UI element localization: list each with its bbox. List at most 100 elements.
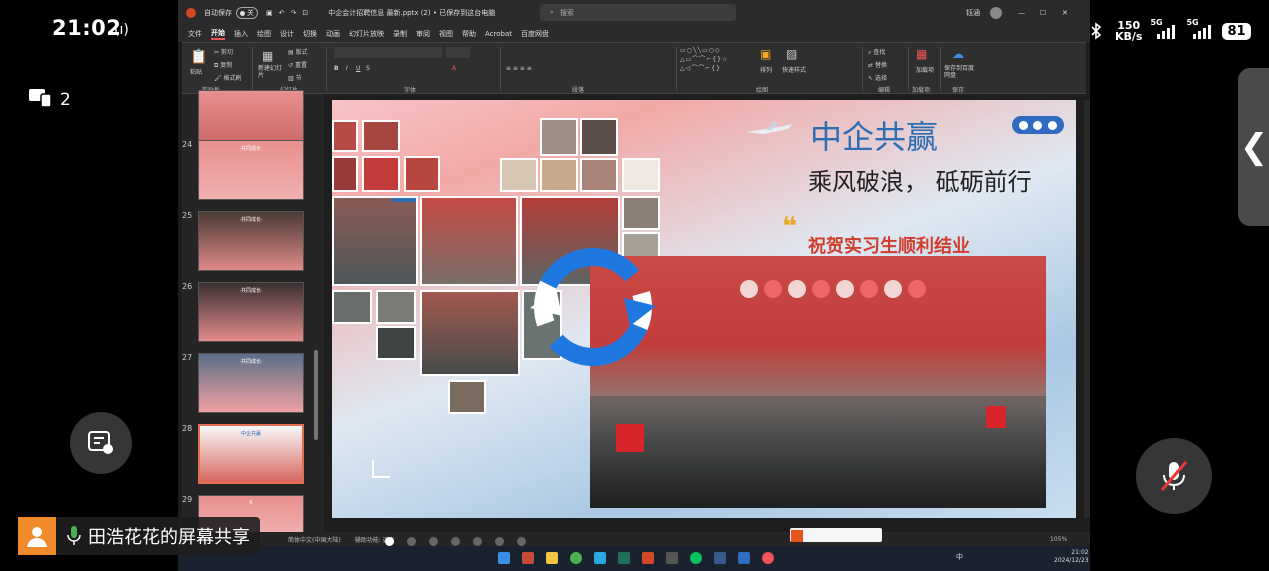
zoom-level[interactable]: 105% <box>1050 536 1067 543</box>
slide-thumbnail[interactable]: ·共同成长· <box>198 353 304 413</box>
slide-title[interactable]: 中企共赢 <box>810 112 938 158</box>
sharer-avatar <box>18 517 56 555</box>
taskbar-app-icon[interactable] <box>618 552 630 564</box>
new-slide-button[interactable]: 新建幻灯片 <box>258 65 282 79</box>
page-dot[interactable] <box>473 537 482 546</box>
slide-thumbnail[interactable]: ·共同成长· <box>198 211 304 271</box>
shadow-button[interactable]: S <box>366 65 370 72</box>
autosave-toggle[interactable]: 关 <box>236 7 258 19</box>
ime-language[interactable]: 中 <box>956 552 963 562</box>
screen-share-banner[interactable]: 田浩花花的屏幕共享 <box>18 517 260 555</box>
ribbon-tab[interactable]: 绘图 <box>257 29 271 39</box>
page-dot[interactable] <box>429 537 438 546</box>
italic-button[interactable]: I <box>346 65 348 72</box>
slide-thumbnail[interactable]: ·共同成长· <box>198 140 304 200</box>
ribbon-tab[interactable]: 开始 <box>211 28 225 40</box>
ribbon-tab[interactable]: 插入 <box>234 29 248 39</box>
font-name-select[interactable] <box>334 47 442 58</box>
format-painter-button[interactable]: 🖌 格式刷 <box>214 73 242 82</box>
maximize-icon[interactable]: ☐ <box>1040 9 1046 17</box>
user-avatar[interactable] <box>990 7 1002 19</box>
bold-button[interactable]: B <box>334 65 339 72</box>
file-title[interactable]: 中企会计招聘信息 最新.pptx (2) • 已保存到这台电脑 <box>328 8 495 18</box>
save-baidu-button[interactable]: 保存到百度网盘 <box>944 65 974 79</box>
copy-button[interactable]: ⧉ 复制 <box>214 60 232 70</box>
underline-button[interactable]: U <box>356 65 360 72</box>
cut-button[interactable]: ✂ 剪切 <box>214 47 233 56</box>
mute-microphone-button[interactable] <box>1136 438 1212 514</box>
page-dot[interactable] <box>495 537 504 546</box>
windows-start-icon[interactable] <box>498 552 510 564</box>
arrange-icon[interactable]: ▣ <box>760 47 771 61</box>
ribbon-tab[interactable]: 帮助 <box>462 29 476 39</box>
system-clock[interactable]: 21:02 2024/12/23 <box>1054 549 1089 565</box>
slide-canvas[interactable]: 中企共赢 乘风破浪， 砥砺前行 ❝ 祝贺实习生顺利结业 <box>332 100 1076 518</box>
redo-icon[interactable]: ↷ <box>291 9 297 17</box>
thumbnail-scrollbar[interactable] <box>314 350 318 440</box>
font-size-select[interactable] <box>446 47 470 58</box>
ribbon-tab[interactable]: 录制 <box>393 29 407 39</box>
page-dot[interactable] <box>385 537 394 546</box>
undo-icon[interactable]: ↶ <box>279 9 285 17</box>
taskbar-app-icon[interactable] <box>522 552 534 564</box>
align-buttons[interactable]: ≡ ≡ ≡ ≡ <box>506 65 532 72</box>
taskbar-app-icon[interactable] <box>594 552 606 564</box>
ribbon-tab[interactable]: 审阅 <box>416 29 430 39</box>
minimize-icon[interactable]: — <box>1018 9 1025 17</box>
ribbon-tab[interactable]: 幻灯片放映 <box>349 29 384 39</box>
ribbon-tab[interactable]: 切换 <box>303 29 317 39</box>
taskbar-app-icon[interactable] <box>714 552 726 564</box>
section-button[interactable]: ▥ 节 <box>288 73 302 82</box>
save-icon[interactable]: ▣ <box>266 9 273 17</box>
addins-icon[interactable]: ▦ <box>916 47 927 61</box>
slide-subtitle[interactable]: 乘风破浪， 砥砺前行 <box>808 162 1032 197</box>
slide-thumbnail[interactable]: 中企共赢 <box>198 424 304 484</box>
shapes-gallery[interactable]: ▭○╲╲▭○◇ △▭⌒⌒⌐{}☆ △◁⌒⌒⌐{} <box>680 47 728 72</box>
paste-button[interactable]: 粘贴 <box>190 67 202 76</box>
taskbar-app-icon[interactable] <box>666 552 678 564</box>
ribbon-tab[interactable]: Acrobat <box>485 30 512 38</box>
ribbon-tab[interactable]: 百度网盘 <box>521 29 549 39</box>
ribbon-tab[interactable]: 视图 <box>439 29 453 39</box>
close-icon[interactable]: ✕ <box>1062 9 1068 17</box>
ppt-search-box[interactable]: ⌕ 搜索 <box>540 4 736 21</box>
shared-screen: 自动保存 关 ▣ ↶ ↷ ⊡ 中企会计招聘信息 最新.pptx (2) • 已保… <box>178 0 1090 571</box>
arrange-button[interactable]: 排列 <box>760 65 772 74</box>
powerpoint-taskbar-icon[interactable] <box>642 552 654 564</box>
page-dot[interactable] <box>517 537 526 546</box>
replace-button[interactable]: ⇄ 替换 <box>868 60 887 69</box>
taskbar-app-icon[interactable] <box>738 552 750 564</box>
ribbon-tab[interactable]: 文件 <box>188 29 202 39</box>
certificate <box>616 424 644 452</box>
quick-styles-icon[interactable]: ▨ <box>786 47 797 61</box>
slide-caption[interactable]: 祝贺实习生顺利结业 <box>808 232 970 258</box>
layout-button[interactable]: ▤ 版式 <box>288 47 308 56</box>
screens-switcher[interactable]: 2 <box>28 86 71 113</box>
ime-toolbar[interactable] <box>790 528 882 542</box>
wechat-icon[interactable] <box>690 552 702 564</box>
user-name[interactable]: 钰涵 <box>966 8 980 18</box>
taskbar-app-icon[interactable] <box>762 552 774 564</box>
page-dot[interactable] <box>451 537 460 546</box>
ribbon-tab[interactable]: 动画 <box>326 29 340 39</box>
new-slide-icon[interactable]: ▦ <box>262 49 273 63</box>
present-icon[interactable]: ⊡ <box>302 9 308 17</box>
font-color-button[interactable]: A <box>452 65 456 72</box>
slide-scrollbar[interactable] <box>1084 100 1090 518</box>
language-status[interactable]: 简体中文(中国大陆) <box>288 535 341 544</box>
select-button[interactable]: ↖ 选择 <box>868 73 887 82</box>
baidu-cloud-icon[interactable]: ☁ <box>952 47 964 61</box>
page-dot[interactable] <box>407 537 416 546</box>
file-explorer-icon[interactable] <box>546 552 558 564</box>
browser-icon[interactable] <box>570 552 582 564</box>
quick-styles-button[interactable]: 快速样式 <box>782 65 806 74</box>
ribbon-tab[interactable]: 设计 <box>280 29 294 39</box>
addins-button[interactable]: 加载项 <box>916 65 934 74</box>
find-button[interactable]: ⌕ 查找 <box>868 47 885 57</box>
paste-icon[interactable]: 📋 <box>190 49 207 65</box>
wall-decorations <box>740 280 980 320</box>
subtitles-button[interactable] <box>70 412 132 474</box>
slide-thumbnail[interactable]: ·共同成长· <box>198 282 304 342</box>
side-panel-handle[interactable]: ❮ <box>1238 68 1269 226</box>
reset-button[interactable]: ↺ 重置 <box>288 60 307 69</box>
